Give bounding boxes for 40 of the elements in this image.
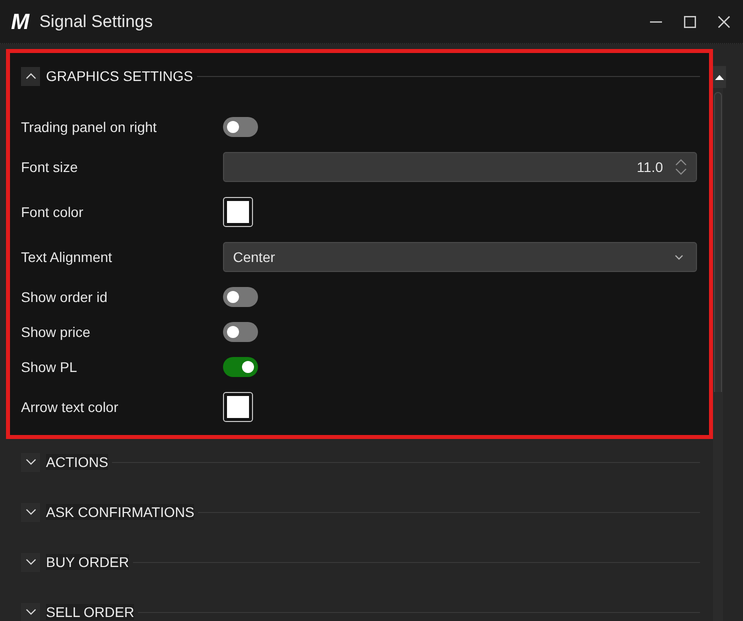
setting-label: Font size — [21, 159, 79, 175]
chevron-down-icon — [26, 559, 36, 565]
chevron-up-icon — [26, 73, 36, 79]
setting-label: Show PL — [21, 359, 78, 375]
section-toggle-button[interactable] — [21, 552, 40, 572]
section-title: SELL ORDER — [46, 604, 134, 620]
close-icon — [718, 16, 730, 28]
section-title: GRAPHICS SETTINGS — [46, 68, 194, 84]
section-title: BUY ORDER — [46, 554, 129, 570]
triangle-up-icon — [715, 74, 724, 80]
maximize-icon — [684, 16, 696, 28]
chevron-down-icon — [26, 509, 36, 515]
toggle-switch[interactable] — [223, 357, 258, 377]
setting-label: Trading panel on right — [21, 119, 158, 135]
up-down-chevron-icon[interactable] — [675, 159, 687, 175]
toggle-switch[interactable] — [223, 322, 258, 342]
section-toggle-button[interactable] — [21, 602, 40, 621]
number-field[interactable]: 11.0 — [223, 152, 697, 182]
setting-label: Arrow text color — [21, 399, 120, 415]
minimize-icon — [650, 20, 662, 22]
section-title: ASK CONFIRMATIONS — [46, 504, 194, 520]
scrollbar-track[interactable] — [713, 88, 723, 621]
setting-label: Font color — [21, 204, 84, 220]
setting-label: Show order id — [21, 289, 108, 305]
window-title: Signal Settings — [39, 12, 153, 32]
toggle-switch[interactable] — [223, 117, 258, 137]
section-toggle-button[interactable] — [21, 452, 40, 472]
section-title: ACTIONS — [46, 454, 108, 470]
app-logo: M — [11, 10, 30, 34]
chevron-down-icon — [675, 254, 683, 260]
dropdown[interactable]: Center — [223, 242, 697, 272]
scrollbar-thumb[interactable] — [714, 92, 722, 392]
scroll-up-button[interactable] — [713, 66, 726, 88]
toggle-switch[interactable] — [223, 287, 258, 307]
setting-label: Text Alignment — [21, 249, 114, 265]
section-toggle-button[interactable] — [21, 66, 40, 86]
chevron-down-icon — [26, 609, 36, 615]
setting-label: Show price — [21, 324, 92, 340]
chevron-down-icon — [26, 459, 36, 465]
section-toggle-button[interactable] — [21, 502, 40, 522]
